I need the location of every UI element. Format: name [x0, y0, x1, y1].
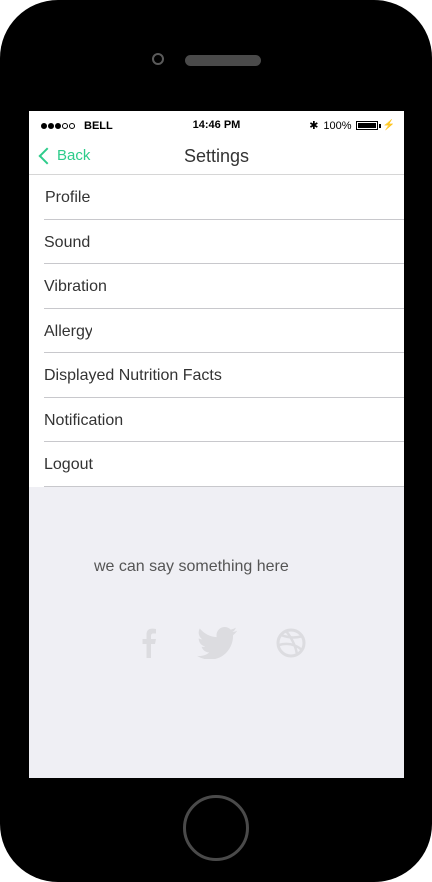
settings-item-label: Notification	[44, 411, 124, 429]
settings-item-label: Logout	[44, 456, 93, 473]
settings-item-nutrition-facts[interactable]: Displayed Nutrition Facts	[29, 353, 404, 398]
page-title: Settings	[183, 146, 250, 166]
phone-frame: BELL 14:46 PM ✱ 100% ⚡ Back Settings Pro…	[0, 0, 432, 882]
settings-item-logout[interactable]: Logout	[29, 442, 404, 487]
footer-text: we can say something here	[94, 558, 289, 575]
settings-item-notification[interactable]: Notification	[29, 398, 404, 442]
settings-item-label: Displayed Nutrition Facts	[44, 367, 222, 384]
twitter-icon[interactable]	[197, 624, 237, 662]
settings-item-vibration[interactable]: Vibration	[29, 264, 404, 309]
battery-percent: 100%	[323, 119, 352, 132]
settings-list: Profile Sound Vibration Allergy Displaye…	[29, 175, 404, 487]
settings-item-label: Vibration	[44, 278, 107, 295]
battery-icon	[355, 121, 378, 130]
settings-item-profile[interactable]: Profile	[29, 175, 404, 220]
charging-icon: ⚡	[382, 120, 395, 131]
settings-item-label: Profile	[45, 189, 91, 206]
home-button[interactable]	[183, 795, 249, 861]
navigation-bar: Back Settings	[29, 141, 404, 175]
screen: BELL 14:46 PM ✱ 100% ⚡ Back Settings Pro…	[29, 111, 404, 778]
status-right: ✱ 100% ⚡	[309, 119, 395, 133]
settings-item-allergy[interactable]: Allergy	[29, 309, 404, 353]
bluetooth-icon: ✱	[309, 120, 319, 132]
divider	[44, 485, 404, 487]
status-bar: BELL 14:46 PM ✱ 100% ⚡	[29, 111, 404, 141]
camera-icon	[152, 53, 164, 65]
battery-tip	[378, 123, 381, 128]
speaker-grille	[185, 55, 261, 66]
settings-item-label: Allergy	[44, 322, 92, 340]
settings-item-label: Sound	[44, 233, 91, 251]
settings-item-sound[interactable]: Sound	[29, 220, 404, 264]
dribbble-icon[interactable]	[275, 624, 307, 662]
facebook-icon[interactable]	[139, 624, 159, 662]
